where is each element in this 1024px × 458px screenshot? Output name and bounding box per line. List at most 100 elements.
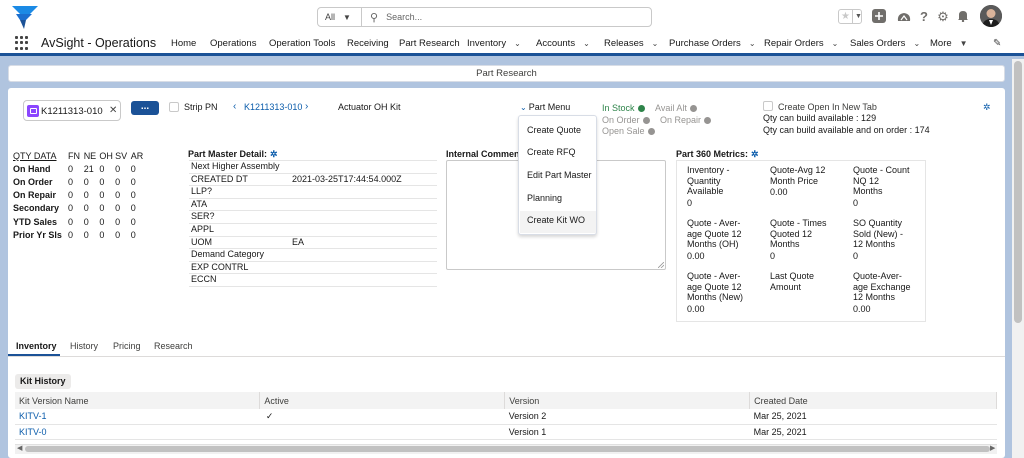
- nav-item[interactable]: More ▼: [930, 38, 968, 49]
- trailhead-icon[interactable]: [896, 9, 912, 25]
- version-cell: Version 1: [504, 424, 750, 440]
- nav-item[interactable]: Receiving: [347, 38, 389, 49]
- chevron-down-icon[interactable]: ⌄: [832, 39, 839, 48]
- edit-nav-pencil-icon[interactable]: ✎: [993, 38, 1001, 49]
- tab-pricing[interactable]: Pricing: [113, 341, 141, 351]
- avsight-logo[interactable]: [10, 4, 40, 30]
- open-sale-indicator: Open Sale: [602, 126, 655, 136]
- part-menu-item[interactable]: Edit Part Master: [527, 170, 592, 180]
- more-options-button[interactable]: ...: [131, 101, 159, 115]
- part-master-row: ECCN: [189, 274, 437, 287]
- part-menu-item[interactable]: Create RFQ: [527, 147, 576, 157]
- nav-item[interactable]: Accounts ⌄: [536, 38, 590, 49]
- kit-history-column-header[interactable]: Version: [504, 392, 751, 409]
- tab-inventory[interactable]: Inventory: [16, 341, 57, 351]
- favorites-star-icon[interactable]: ★ ▼: [838, 9, 862, 24]
- search-icon: ⚲: [370, 11, 379, 24]
- metric-label: Last Quote Amount: [770, 271, 815, 292]
- metric-label: Quote-Aver-age Exchange 12 Months: [853, 271, 911, 303]
- part-number-value: K1211313-010: [41, 106, 103, 117]
- clear-icon[interactable]: ✕: [109, 105, 117, 116]
- nav-item[interactable]: Releases ⌄: [604, 38, 658, 49]
- chevron-down-icon[interactable]: ⌄: [652, 39, 659, 48]
- qty-cell: 0: [68, 229, 74, 240]
- nav-item[interactable]: Sales Orders ⌄: [850, 38, 920, 49]
- qty-can-build-on-order-text: Qty can build available and on order : 1…: [763, 125, 930, 135]
- qty-cell: 0: [68, 176, 74, 187]
- scroll-left-arrow-icon[interactable]: ◀: [17, 444, 22, 452]
- chevron-down-icon[interactable]: ⌄: [913, 39, 920, 48]
- vertical-scrollbar-thumb[interactable]: [1014, 61, 1022, 323]
- kit-history-column-header[interactable]: Kit Version Name: [15, 392, 261, 409]
- qty-column-header[interactable]: QTY DATA: [13, 149, 68, 162]
- chevron-down-icon[interactable]: ▼: [960, 39, 968, 48]
- nav-item[interactable]: Part Research: [399, 38, 460, 49]
- part-menu-item[interactable]: Create Kit WO: [527, 215, 585, 225]
- scroll-right-arrow-icon[interactable]: ▶: [990, 444, 995, 452]
- qty-row-label: Secondary: [13, 203, 60, 214]
- part-master-field-label: EXP CONTRL: [191, 261, 249, 272]
- tab-history[interactable]: History: [70, 341, 98, 351]
- settings-gear-icon[interactable]: ✲: [983, 102, 991, 113]
- previous-part-chevron-icon[interactable]: ‹: [233, 101, 236, 112]
- next-part-chevron-icon[interactable]: ›: [305, 101, 308, 112]
- qty-row: Secondary 0 0 0 0 0: [13, 202, 146, 215]
- settings-gear-icon[interactable]: ✲: [751, 149, 759, 159]
- qty-cell: 0: [83, 229, 89, 240]
- part-menu-button[interactable]: ⌄ Part Menu: [520, 102, 570, 112]
- qty-row: YTD Sales 0 0 0 0 0: [13, 215, 146, 228]
- part-master-field-label: ATA: [191, 198, 208, 209]
- qty-row-label: On Order: [13, 176, 53, 187]
- qty-cell: 0: [68, 163, 74, 174]
- kit-version-link[interactable]: KITV-0: [19, 427, 47, 437]
- kit-version-link[interactable]: KITV-1: [19, 411, 47, 421]
- nav-item-label: Repair Orders: [764, 38, 824, 49]
- search-input[interactable]: ⚲ Search...: [370, 8, 422, 26]
- nav-item[interactable]: Inventory ⌄: [467, 38, 521, 49]
- resize-handle-icon[interactable]: [658, 262, 664, 268]
- qty-cell: 0: [99, 190, 105, 201]
- add-icon[interactable]: [871, 9, 887, 25]
- user-avatar[interactable]: [980, 5, 1002, 27]
- global-header: All ▼ ⚲ Search... ★ ▼ ? ⚙: [0, 0, 1024, 33]
- notifications-bell-icon[interactable]: [955, 9, 971, 25]
- part-menu-item[interactable]: Planning: [527, 193, 562, 203]
- horizontal-scrollbar-thumb[interactable]: [25, 446, 990, 452]
- nav-item[interactable]: Operation Tools: [269, 38, 335, 49]
- metric-value: 0: [853, 250, 859, 261]
- on-order-dot-icon: [642, 116, 650, 124]
- part-number-lookup-pill[interactable]: K1211313-010 ✕: [23, 100, 121, 121]
- kit-history-column-header[interactable]: Created Date: [749, 392, 997, 409]
- chevron-down-icon[interactable]: ▼: [851, 10, 862, 23]
- part-master-field-label: LLP?: [191, 186, 213, 197]
- kit-history-column-header[interactable]: Active: [259, 392, 506, 409]
- qty-cell: 0: [99, 163, 105, 174]
- settings-icon[interactable]: ⚙: [935, 9, 951, 25]
- open-sale-dot-icon: [647, 127, 655, 135]
- chevron-down-icon[interactable]: ⌄: [749, 39, 756, 48]
- qty-cell: 0: [130, 229, 136, 240]
- help-icon[interactable]: ?: [916, 9, 932, 25]
- part-menu-item[interactable]: Create Quote: [527, 125, 581, 135]
- qty-column-header: AR: [130, 150, 144, 161]
- chevron-down-icon[interactable]: ⌄: [583, 39, 590, 48]
- qty-row: On Hand 0 21 0 0 0: [13, 162, 146, 175]
- search-scope-select[interactable]: All ▼: [318, 8, 362, 26]
- strip-pn-checkbox[interactable]: [169, 102, 179, 112]
- open-in-new-tab-checkbox[interactable]: [763, 101, 773, 111]
- nav-item[interactable]: Operations: [210, 38, 256, 49]
- settings-gear-icon[interactable]: ✲: [270, 149, 278, 159]
- metric-label: Inventory - Quantity Available: [687, 165, 730, 197]
- nav-item[interactable]: Purchase Orders ⌄: [669, 38, 756, 49]
- created-date-cell: Mar 25, 2021: [749, 424, 997, 440]
- nav-item[interactable]: Home: [171, 38, 196, 49]
- chevron-down-icon[interactable]: ⌄: [514, 39, 521, 48]
- global-search[interactable]: All ▼ ⚲ Search...: [317, 7, 652, 27]
- part-number-link[interactable]: K1211313-010: [244, 102, 302, 112]
- tab-research[interactable]: Research: [154, 341, 193, 351]
- part-master-row: EXP CONTRL: [189, 262, 437, 275]
- part-description: Actuator OH Kit: [338, 102, 401, 112]
- app-launcher-icon[interactable]: [15, 36, 29, 50]
- nav-item[interactable]: Repair Orders ⌄: [764, 38, 838, 49]
- on-repair-label: On Repair: [660, 115, 702, 125]
